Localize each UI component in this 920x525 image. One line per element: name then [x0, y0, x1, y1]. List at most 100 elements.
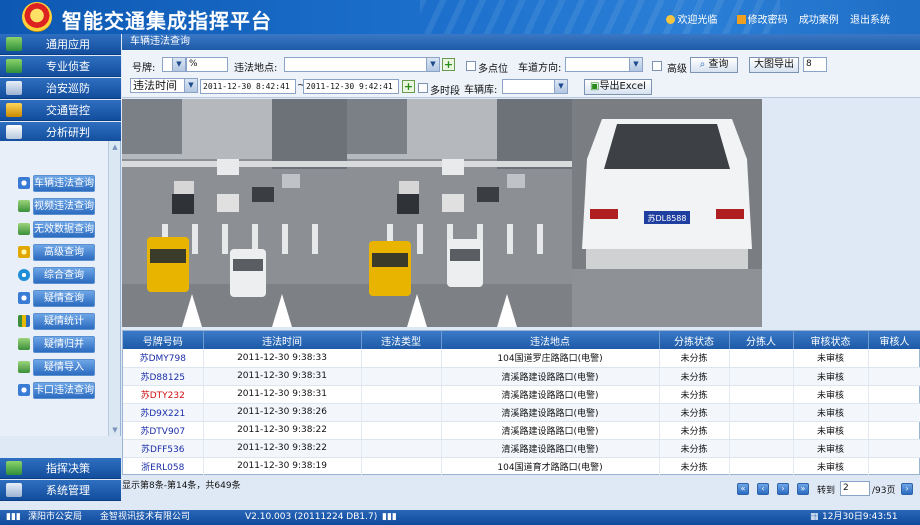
- search-icon: [18, 384, 30, 396]
- cell-time: 2011-12-30 9:38:31: [203, 367, 362, 386]
- col-sort-status[interactable]: 分拣状态: [659, 331, 730, 349]
- advanced-checkbox[interactable]: [652, 61, 662, 71]
- cell-audit-status: 未审核: [793, 349, 869, 368]
- table-row[interactable]: 苏DMY798 2011-12-30 9:38:33 104国道罗庄路路口(电警) 未…: [123, 349, 920, 368]
- submenu-video-violation[interactable]: 视频违法查询: [18, 198, 96, 215]
- submenu-checkpoint-violation[interactable]: 卡口违法查询: [18, 382, 96, 399]
- cell-type: [361, 457, 442, 476]
- success-cases-link[interactable]: 成功案例: [799, 15, 839, 26]
- prev-page-icon[interactable]: ‹: [757, 483, 769, 495]
- table-row[interactable]: 浙ERL058 2011-12-30 9:38:19 104国道育才路路口(电警) 未…: [123, 457, 920, 476]
- cell-plate[interactable]: 苏D88125: [123, 367, 204, 386]
- export-image-button[interactable]: 大图导出: [749, 57, 799, 73]
- cell-plate[interactable]: 浙ERL058: [123, 457, 204, 476]
- submenu-invalid-data[interactable]: 无效数据查询: [18, 221, 96, 238]
- table-row[interactable]: 苏D9X221 2011-12-30 9:38:26 清溪路建设路路口(电警) 未分拣…: [123, 403, 920, 422]
- cell-plate[interactable]: 苏DMY798: [123, 349, 204, 368]
- col-auditor[interactable]: 审核人: [868, 331, 920, 349]
- cell-auditor: [868, 367, 920, 386]
- add-period-icon[interactable]: +: [402, 80, 415, 93]
- company-name: 金智视讯技术有限公司: [100, 512, 191, 522]
- violation-photos: 苏DL8588: [122, 99, 762, 327]
- last-page-icon[interactable]: »: [797, 483, 809, 495]
- page-input[interactable]: 2: [840, 481, 870, 496]
- cell-plate[interactable]: 苏D9X221: [123, 403, 204, 422]
- table-row[interactable]: 苏D88125 2011-12-30 9:38:31 清溪路建设路路口(电警) 未分拣…: [123, 367, 920, 386]
- bar-chart-icon: [18, 315, 30, 327]
- add-location-icon[interactable]: +: [442, 58, 455, 71]
- status-bar-grip-icon: ▮▮▮: [382, 512, 397, 522]
- time-start-input[interactable]: 2011-12-30 8:42:41: [200, 79, 296, 94]
- plate-prefix-select[interactable]: ▼: [162, 57, 186, 72]
- intersection-photo-1[interactable]: [122, 99, 347, 327]
- table-row[interactable]: 苏DFF536 2011-12-30 9:38:22 清溪路建设路路口(电警) 未分拣…: [123, 439, 920, 458]
- app-header: 智能交通集成指挥平台 欢迎光临 修改密码 成功案例 退出系统: [0, 0, 920, 34]
- submenu-advanced-query[interactable]: 高级查询: [18, 244, 96, 261]
- cell-time: 2011-12-30 9:38:19: [203, 457, 362, 476]
- col-plate[interactable]: 号牌号码: [123, 331, 204, 349]
- multipoint-checkbox[interactable]: [466, 61, 476, 71]
- submenu-suspect-merge[interactable]: 疑情归并: [18, 336, 96, 353]
- submenu-suspect-stats[interactable]: 疑情统计: [18, 313, 96, 330]
- go-page-icon[interactable]: ›: [901, 483, 913, 495]
- sidebar-item-investigation[interactable]: 专业侦查: [0, 56, 121, 77]
- traffic-light-icon: [6, 103, 22, 117]
- intersection-photo-2[interactable]: [347, 99, 572, 327]
- first-page-icon[interactable]: «: [737, 483, 749, 495]
- scroll-down-icon[interactable]: ▼: [111, 426, 119, 434]
- cell-type: [361, 385, 442, 404]
- col-sorter[interactable]: 分拣人: [729, 331, 794, 349]
- col-type[interactable]: 违法类型: [361, 331, 442, 349]
- direction-select[interactable]: ▼: [565, 57, 643, 72]
- table-row[interactable]: 苏DTY232 2011-12-30 9:38:31 清溪路建设路路口(电警) 未分拣…: [123, 385, 920, 404]
- location-select[interactable]: ▼: [284, 57, 440, 72]
- submenu-vehicle-violation[interactable]: 车辆违法查询: [18, 175, 96, 192]
- time-end-input[interactable]: 2011-12-30 9:42:41: [303, 79, 399, 94]
- cell-plate[interactable]: 苏DTV907: [123, 421, 204, 440]
- sidebar-item-patrol[interactable]: 治安巡防: [0, 78, 121, 99]
- submenu-suspect-import[interactable]: 疑情导入: [18, 359, 96, 376]
- export-excel-button[interactable]: ▣导出Excel: [584, 79, 652, 95]
- sidebar-item-system[interactable]: 系统管理: [0, 480, 121, 501]
- multiperiod-checkbox[interactable]: [418, 83, 428, 93]
- cell-plate[interactable]: 苏DTY232: [123, 385, 204, 404]
- vehicle-db-select[interactable]: ▼: [502, 79, 568, 94]
- submenu-comprehensive-query[interactable]: 综合查询: [18, 267, 96, 284]
- sidebar-item-traffic-control[interactable]: 交通管控: [0, 100, 121, 121]
- plate-input[interactable]: %: [186, 57, 228, 72]
- search-icon: [18, 292, 30, 304]
- cell-location: 清溪路建设路路口(电警): [441, 421, 660, 440]
- col-audit-status[interactable]: 审核状态: [793, 331, 869, 349]
- cell-sort-status: 未分拣: [659, 367, 730, 386]
- sidebar-item-command[interactable]: 指挥决策: [0, 458, 121, 479]
- welcome-link[interactable]: 欢迎光临: [658, 15, 717, 26]
- cell-time: 2011-12-30 9:38:22: [203, 421, 362, 440]
- sidebar-item-general[interactable]: 通用应用: [0, 34, 121, 55]
- logout-link[interactable]: 退出系统: [850, 15, 890, 26]
- chevron-down-icon: ▼: [554, 80, 567, 93]
- table-row[interactable]: 苏DTV907 2011-12-30 9:38:22 清溪路建设路路口(电警) 未分拣…: [123, 421, 920, 440]
- next-page-icon[interactable]: ›: [777, 483, 789, 495]
- cell-audit-status: 未审核: [793, 421, 869, 440]
- submenu-suspect-query[interactable]: 疑情查询: [18, 290, 96, 307]
- cell-type: [361, 403, 442, 422]
- time-type-select[interactable]: 违法时间 ▼: [130, 78, 198, 93]
- export-count-input[interactable]: 8: [803, 57, 827, 72]
- col-location[interactable]: 违法地点: [441, 331, 660, 349]
- submenu-scrollbar[interactable]: ▲ ▼: [108, 141, 120, 436]
- cell-location: 104国道育才路路口(电警): [441, 457, 660, 476]
- search-button[interactable]: ⌕ 查询: [690, 57, 738, 73]
- video-icon: [18, 200, 30, 212]
- magnifier-icon: [18, 246, 30, 258]
- change-password-link[interactable]: 修改密码: [729, 15, 788, 26]
- scroll-up-icon[interactable]: ▲: [111, 143, 119, 151]
- cell-plate[interactable]: 苏DFF536: [123, 439, 204, 458]
- col-time[interactable]: 违法时间: [203, 331, 362, 349]
- pagination-info: 显示第8条-第14条，共649条: [122, 481, 241, 491]
- plate-label: 号牌:: [132, 63, 156, 74]
- sidebar-item-analysis[interactable]: 分析研判: [0, 122, 121, 143]
- breadcrumb: 车辆违法查询: [122, 34, 920, 50]
- user-icon: [666, 15, 676, 24]
- plate-closeup-photo[interactable]: 苏DL8588: [572, 99, 762, 327]
- chevron-down-icon: ▼: [172, 58, 185, 71]
